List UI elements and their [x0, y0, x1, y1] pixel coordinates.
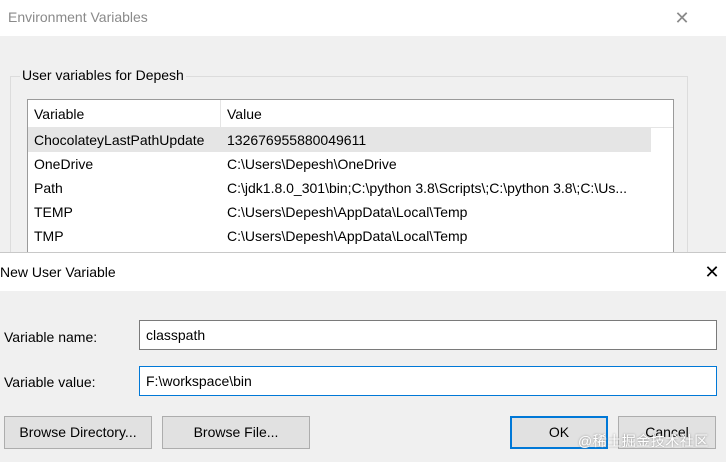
variable-name-input[interactable] [139, 320, 717, 350]
row-value: C:\Users\Depesh\OneDrive [227, 156, 397, 172]
column-header-variable[interactable]: Variable [28, 100, 221, 128]
close-icon[interactable]: ✕ [668, 4, 696, 32]
user-variables-label: User variables for Depesh [20, 67, 186, 83]
list-row[interactable]: OneDrive C:\Users\Depesh\OneDrive [28, 152, 651, 176]
variable-value-label: Variable value: [4, 374, 96, 390]
row-variable: OneDrive [34, 156, 94, 172]
list-row[interactable]: ChocolateyLastPathUpdate 132676955880049… [28, 128, 651, 152]
row-value: 132676955880049611 [227, 132, 367, 148]
list-row[interactable]: Path C:\jdk1.8.0_301\bin;C:\python 3.8\S… [28, 176, 651, 200]
close-icon[interactable]: ✕ [698, 258, 726, 286]
row-variable: TMP [34, 228, 64, 244]
environment-variables-dialog: Environment Variables ✕ User variables f… [0, 0, 726, 276]
list-header: Variable Value [28, 100, 673, 128]
row-variable: Path [34, 180, 63, 196]
list-row[interactable]: TMP C:\Users\Depesh\AppData\Local\Temp [28, 224, 651, 248]
row-value: C:\jdk1.8.0_301\bin;C:\python 3.8\Script… [227, 180, 627, 196]
new-var-titlebar: New User Variable ✕ [0, 253, 726, 291]
watermark-text: @稀土掘金技术社区 [578, 433, 709, 449]
row-value: C:\Users\Depesh\AppData\Local\Temp [227, 228, 468, 244]
browse-file-button[interactable]: Browse File... [162, 416, 310, 449]
user-variables-list[interactable]: Variable Value ChocolateyLastPathUpdate … [27, 99, 674, 269]
env-dialog-title: Environment Variables [8, 9, 148, 25]
row-value: C:\Users\Depesh\AppData\Local\Temp [227, 204, 468, 220]
column-header-value[interactable]: Value [221, 100, 651, 128]
list-row[interactable]: TEMP C:\Users\Depesh\AppData\Local\Temp [28, 200, 651, 224]
env-titlebar: Environment Variables ✕ [0, 0, 726, 36]
new-var-dialog-title: New User Variable [0, 264, 116, 280]
variable-value-input[interactable] [139, 366, 717, 396]
variable-name-label: Variable name: [4, 329, 98, 345]
browse-directory-button[interactable]: Browse Directory... [4, 416, 152, 449]
row-variable: TEMP [34, 204, 73, 220]
row-variable: ChocolateyLastPathUpdate [34, 132, 205, 148]
new-user-variable-dialog: New User Variable ✕ Variable name: Varia… [0, 252, 726, 462]
